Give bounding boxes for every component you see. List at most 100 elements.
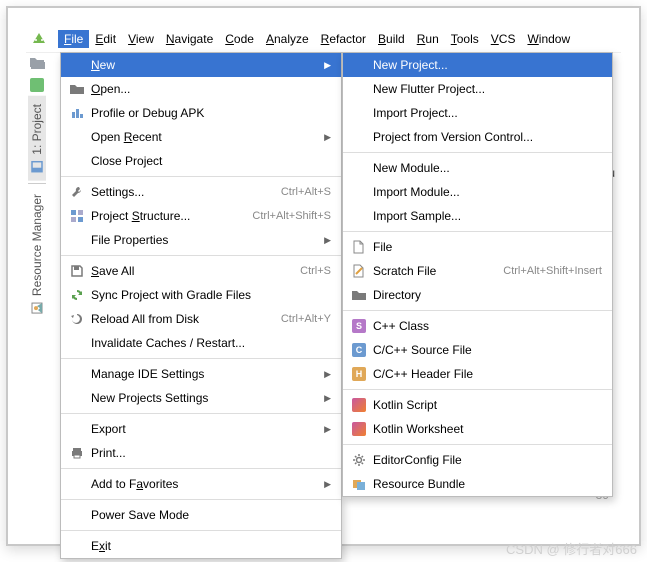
sidebar-icon[interactable] — [30, 78, 44, 92]
app-logo — [30, 30, 48, 48]
file-icon — [349, 240, 369, 254]
save-icon — [67, 264, 87, 278]
menu-item-label: Directory — [369, 288, 602, 302]
menu-item-label: C/C++ Header File — [369, 367, 602, 381]
menu-run[interactable]: Run — [411, 30, 445, 48]
new-menu-item-c-c-source-file[interactable]: CC/C++ Source File — [343, 338, 612, 362]
menu-item-label: Power Save Mode — [87, 508, 331, 522]
s-icon: S — [349, 319, 369, 333]
file-menu-item-open-recent[interactable]: Open Recent▶ — [61, 125, 341, 149]
new-menu-item-import-module[interactable]: Import Module... — [343, 180, 612, 204]
c-icon: C — [349, 343, 369, 357]
tab-resmgr-label: Resource Manager — [30, 194, 44, 296]
file-menu-item-new[interactable]: New▶ — [61, 53, 341, 77]
file-menu-item-close-project[interactable]: Close Project — [61, 149, 341, 173]
shortcut: Ctrl+Alt+S — [273, 186, 331, 198]
submenu-arrow-icon: ▶ — [321, 424, 331, 435]
file-menu-item-file-properties[interactable]: File Properties▶ — [61, 228, 341, 252]
new-menu-item-resource-bundle[interactable]: Resource Bundle — [343, 472, 612, 496]
menu-item-label: Invalidate Caches / Restart... — [87, 336, 331, 350]
new-submenu[interactable]: New Project... New Flutter Project... Impo… — [342, 52, 613, 497]
file-menu-item-project-structure[interactable]: Project Structure...Ctrl+Alt+Shift+S — [61, 204, 341, 228]
menu-item-label: Open... — [87, 82, 331, 96]
folder-icon — [349, 288, 369, 302]
menu-item-label: Sync Project with Gradle Files — [87, 288, 331, 302]
file-menu-item-print[interactable]: Print... — [61, 441, 341, 465]
menu-build[interactable]: Build — [372, 30, 411, 48]
menu-item-label: File Properties — [87, 233, 321, 247]
shortcut: Ctrl+S — [292, 265, 331, 277]
menu-view[interactable]: View — [122, 30, 160, 48]
new-menu-item-scratch-file[interactable]: Scratch FileCtrl+Alt+Shift+Insert — [343, 259, 612, 283]
file-menu-item-reload-all-from-disk[interactable]: Reload All from DiskCtrl+Alt+Y — [61, 307, 341, 331]
new-menu-item-kotlin-worksheet[interactable]: Kotlin Worksheet — [343, 417, 612, 441]
new-menu-item-directory[interactable]: Directory — [343, 283, 612, 307]
sync-icon — [67, 288, 87, 302]
folder-icon — [67, 82, 87, 96]
new-menu-item-new-project[interactable]: New Project... — [343, 53, 612, 77]
new-menu-item-kotlin-script[interactable]: Kotlin Script — [343, 393, 612, 417]
file-menu-item-settings[interactable]: Settings...Ctrl+Alt+S — [61, 180, 341, 204]
file-menu-item-add-to-favorites[interactable]: Add to Favorites▶ — [61, 472, 341, 496]
menu-item-label: New Flutter Project... — [369, 82, 602, 96]
shortcut: Ctrl+Alt+Shift+S — [244, 210, 331, 222]
left-tool-strip: 1: Project Resource Manager — [26, 52, 48, 526]
menu-item-label: C/C++ Source File — [369, 343, 602, 357]
menu-navigate[interactable]: Navigate — [160, 30, 219, 48]
menu-analyze[interactable]: Analyze — [260, 30, 315, 48]
folder-icon[interactable] — [29, 55, 45, 72]
file-menu[interactable]: New▶ Open... Profile or Debug APKOpen Rece… — [60, 52, 342, 559]
new-menu-item-import-sample[interactable]: Import Sample... — [343, 204, 612, 228]
menu-file[interactable]: File — [58, 30, 89, 48]
menu-item-label: File — [369, 240, 602, 254]
watermark: CSDN @ 修行者对666 — [506, 539, 637, 558]
menu-item-label: Reload All from Disk — [87, 312, 273, 326]
new-menu-item-project-from-version-control[interactable]: Project from Version Control... — [343, 125, 612, 149]
menu-window[interactable]: Window — [521, 30, 576, 48]
new-menu-item-new-module[interactable]: New Module... — [343, 156, 612, 180]
new-menu-item-c-class[interactable]: SC++ Class — [343, 314, 612, 338]
menu-item-label: Close Project — [87, 154, 331, 168]
menubar: FileEditViewNavigateCodeAnalyzeRefactorB… — [26, 26, 621, 52]
kt-icon — [349, 398, 369, 412]
new-menu-item-new-flutter-project[interactable]: New Flutter Project... — [343, 77, 612, 101]
file-menu-item-power-save-mode[interactable]: Power Save Mode — [61, 503, 341, 527]
file-menu-item-new-projects-settings[interactable]: New Projects Settings▶ — [61, 386, 341, 410]
menu-item-label: Project Structure... — [87, 209, 244, 223]
profile-icon — [67, 106, 87, 120]
menu-item-label: Scratch File — [369, 264, 495, 278]
menu-code[interactable]: Code — [219, 30, 260, 48]
menu-item-label: Kotlin Worksheet — [369, 422, 602, 436]
file-menu-item-save-all[interactable]: Save AllCtrl+S — [61, 259, 341, 283]
menu-item-label: EditorConfig File — [369, 453, 602, 467]
menu-edit[interactable]: Edit — [89, 30, 122, 48]
file-menu-item-exit[interactable]: Exit — [61, 534, 341, 558]
menu-refactor[interactable]: Refactor — [315, 30, 372, 48]
new-menu-item-c-c-header-file[interactable]: HC/C++ Header File — [343, 362, 612, 386]
bundle-icon — [349, 477, 369, 491]
submenu-arrow-icon: ▶ — [321, 235, 331, 246]
file-menu-item-invalidate-caches-restart[interactable]: Invalidate Caches / Restart... — [61, 331, 341, 355]
new-menu-item-file[interactable]: File — [343, 235, 612, 259]
menu-item-label: Manage IDE Settings — [87, 367, 321, 381]
file-menu-item-profile-or-debug-apk[interactable]: Profile or Debug APK — [61, 101, 341, 125]
new-menu-item-editorconfig-file[interactable]: EditorConfig File — [343, 448, 612, 472]
menu-item-label: Print... — [87, 446, 331, 460]
tab-resource-manager[interactable]: Resource Manager — [28, 186, 46, 322]
menu-item-label: Resource Bundle — [369, 477, 602, 491]
submenu-arrow-icon: ▶ — [321, 132, 331, 143]
menu-item-label: Kotlin Script — [369, 398, 602, 412]
scratch-icon — [349, 264, 369, 278]
submenu-arrow-icon: ▶ — [321, 369, 331, 380]
menu-tools[interactable]: Tools — [445, 30, 485, 48]
submenu-arrow-icon: ▶ — [321, 393, 331, 404]
tab-project[interactable]: 1: Project — [28, 96, 46, 181]
menu-item-label: Project from Version Control... — [369, 130, 602, 144]
file-menu-item-manage-ide-settings[interactable]: Manage IDE Settings▶ — [61, 362, 341, 386]
file-menu-item-export[interactable]: Export▶ — [61, 417, 341, 441]
file-menu-item-open[interactable]: Open... — [61, 77, 341, 101]
menu-vcs[interactable]: VCS — [485, 30, 522, 48]
new-menu-item-import-project[interactable]: Import Project... — [343, 101, 612, 125]
file-menu-item-sync-project-with-gradle-files[interactable]: Sync Project with Gradle Files — [61, 283, 341, 307]
print-icon — [67, 446, 87, 460]
